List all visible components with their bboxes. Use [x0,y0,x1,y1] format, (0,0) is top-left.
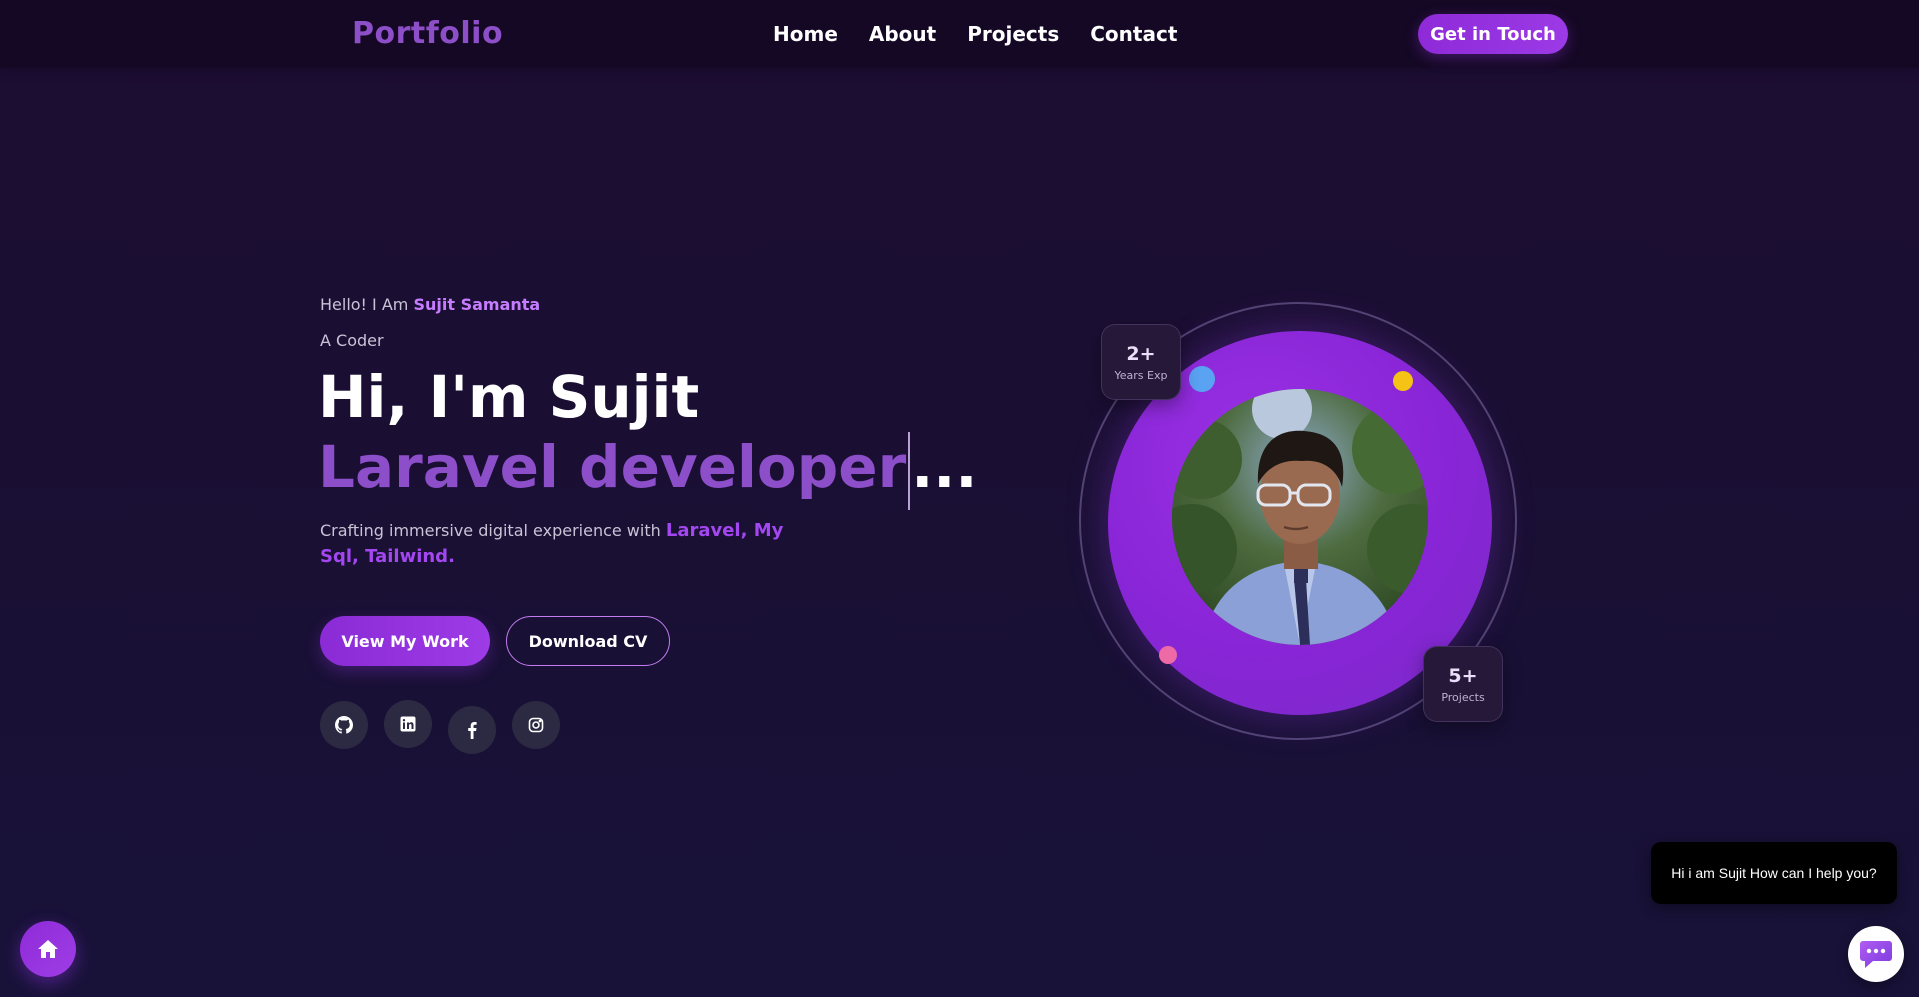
nav-link-about[interactable]: About [869,22,936,46]
projects-value: 5+ [1448,665,1478,687]
greeting-prefix: Hello! I Am [320,295,409,314]
typed-title: Laravel developer... [318,432,977,510]
greeting-name: Sujit Samanta [413,295,541,314]
navbar: Portfolio Home About Projects Contact Ge… [0,0,1919,68]
typed-suffix: ... [911,433,978,502]
home-button[interactable] [20,921,76,977]
decor-dot-yellow [1393,371,1413,391]
home-icon [37,939,59,959]
facebook-icon[interactable] [448,706,496,754]
nav-menu: Home About Projects Contact [773,22,1177,46]
greeting: Hello! I Am Sujit Samanta [320,295,540,314]
view-my-work-button[interactable]: View My Work [320,616,490,666]
hero-description: Crafting immersive digital experience wi… [320,518,800,570]
experience-label: Years Exp [1114,369,1168,382]
nav-link-home[interactable]: Home [773,22,838,46]
projects-label: Projects [1441,691,1485,704]
instagram-icon[interactable] [512,701,560,749]
profile-photo [1172,389,1428,645]
nav-link-contact[interactable]: Contact [1090,22,1177,46]
github-icon[interactable] [320,701,368,749]
download-cv-button[interactable]: Download CV [506,616,670,666]
typed-text: Laravel developer [318,433,907,502]
chat-open-button[interactable] [1848,926,1904,982]
chat-greeting-bubble: Hi i am Sujit How can I help you? [1651,842,1897,904]
experience-value: 2+ [1126,343,1156,365]
chat-bubble-icon [1859,938,1893,970]
description-text: Crafting immersive digital experience wi… [320,521,661,540]
role-text: A Coder [320,331,384,350]
experience-stat-card: 2+ Years Exp [1101,324,1181,400]
linkedin-icon[interactable] [384,700,432,748]
get-in-touch-button[interactable]: Get in Touch [1418,14,1568,54]
nav-link-projects[interactable]: Projects [967,22,1059,46]
decor-dot-pink [1159,646,1177,664]
projects-stat-card: 5+ Projects [1423,646,1503,722]
decor-dot-blue [1189,366,1215,392]
typing-cursor [908,432,911,510]
hero-headline: Hi, I'm Sujit [318,363,700,431]
logo[interactable]: Portfolio [352,16,503,51]
